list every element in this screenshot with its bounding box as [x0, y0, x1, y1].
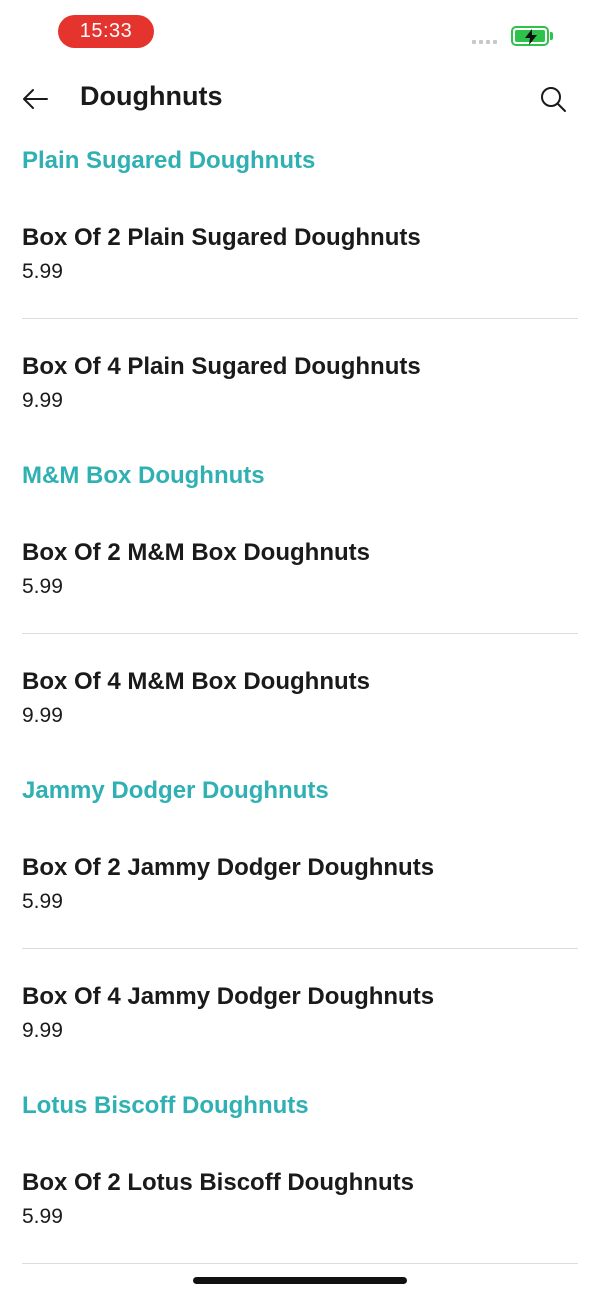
page-title: Doughnuts	[80, 81, 223, 111]
list-item[interactable]: Box Of 2 M&M Box Doughnuts 5.99	[22, 505, 578, 633]
section-title: Plain Sugared Doughnuts	[22, 147, 316, 174]
list-item[interactable]: Box Of 2 Lotus Biscoff Doughnuts 5.99	[22, 1135, 578, 1263]
list-item[interactable]: Box Of 2 Jammy Dodger Doughnuts 5.99	[22, 820, 578, 948]
header: Doughnuts	[0, 64, 600, 132]
item-name: Box Of 2 M&M Box Doughnuts	[22, 539, 370, 566]
home-indicator[interactable]	[193, 1277, 407, 1284]
item-price: 9.99	[22, 1019, 63, 1042]
list-item[interactable]: Box Of 4 Jammy Dodger Doughnuts 9.99	[22, 949, 578, 1077]
search-icon[interactable]	[538, 84, 568, 114]
item-name: Box Of 4 Plain Sugared Doughnuts	[22, 353, 421, 380]
status-bar: 15:33	[0, 0, 600, 64]
arrow-left-icon[interactable]	[20, 84, 50, 114]
list-item[interactable]: Box Of 4 M&M Box Doughnuts 9.99	[22, 634, 578, 762]
item-price: 9.99	[22, 704, 63, 727]
product-list: Plain Sugared Doughnuts Box Of 2 Plain S…	[22, 132, 578, 1264]
item-name: Box Of 2 Jammy Dodger Doughnuts	[22, 854, 435, 881]
item-name: Box Of 4 M&M Box Doughnuts	[22, 668, 370, 695]
item-price: 5.99	[22, 575, 63, 598]
battery-icon	[511, 26, 549, 46]
status-time: 15:33	[58, 15, 154, 48]
divider	[22, 1263, 578, 1264]
item-name: Box Of 4 Jammy Dodger Doughnuts	[22, 983, 435, 1010]
item-name: Box Of 2 Plain Sugared Doughnuts	[22, 224, 421, 251]
signal-icon	[472, 40, 497, 44]
section-title: M&M Box Doughnuts	[22, 462, 265, 489]
item-price: 5.99	[22, 890, 63, 913]
item-price: 9.99	[22, 389, 63, 412]
section-title: Jammy Dodger Doughnuts	[22, 777, 329, 804]
list-item[interactable]: Box Of 4 Plain Sugared Doughnuts 9.99	[22, 319, 578, 447]
screen: 15:33 Doughnuts Plain Sugared Doughnuts …	[0, 0, 600, 1298]
item-price: 5.99	[22, 260, 63, 283]
list-item[interactable]: Box Of 2 Plain Sugared Doughnuts 5.99	[22, 190, 578, 318]
section-title: Lotus Biscoff Doughnuts	[22, 1092, 309, 1119]
item-price: 5.99	[22, 1205, 63, 1228]
item-name: Box Of 2 Lotus Biscoff Doughnuts	[22, 1169, 414, 1196]
battery-cap	[550, 32, 553, 40]
